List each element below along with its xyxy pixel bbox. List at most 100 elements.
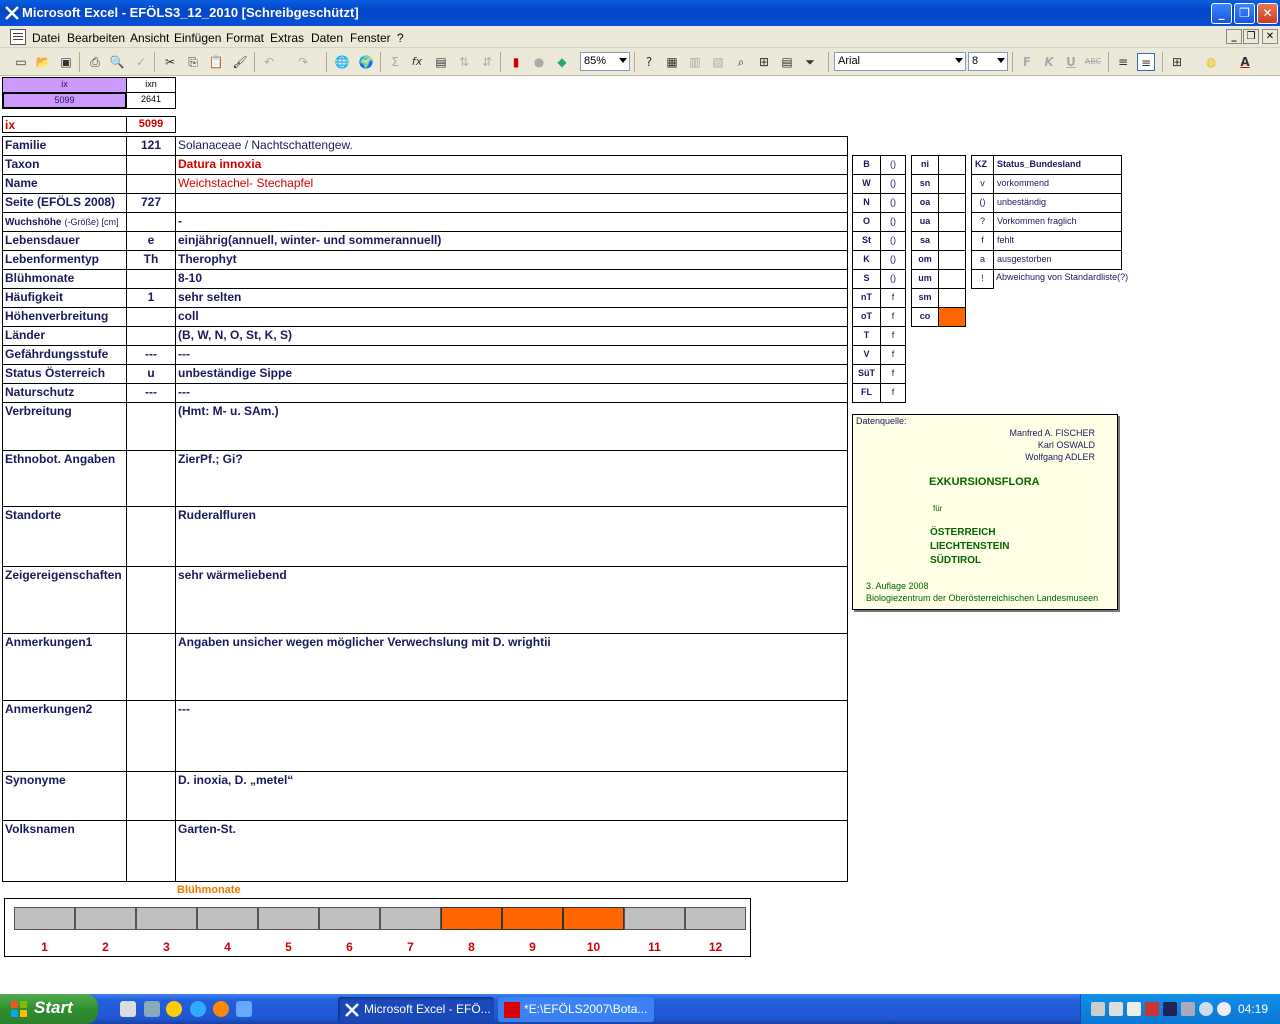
region2-status[interactable] — [938, 269, 966, 289]
region-status[interactable]: f — [880, 364, 906, 384]
region-status[interactable]: f — [880, 288, 906, 308]
region-status[interactable]: () — [880, 174, 906, 194]
field-code[interactable]: 1 — [126, 288, 176, 308]
grid-icon[interactable]: ⊞ — [755, 53, 773, 71]
region2-code[interactable]: om — [911, 250, 939, 270]
field-label[interactable]: Volksnamen — [2, 820, 127, 882]
region2-code[interactable]: co — [911, 307, 939, 327]
paste-icon[interactable]: 📋 — [207, 53, 225, 71]
menu-extras[interactable]: Extras — [270, 31, 304, 45]
field-label[interactable]: Wuchshöhe (-Größe) [cm] — [2, 212, 127, 232]
menu-datei[interactable]: Datei — [32, 31, 60, 45]
align-left-icon[interactable]: ≡ — [1114, 53, 1132, 71]
font-color-icon[interactable]: A — [1236, 53, 1254, 71]
task-excel[interactable]: Microsoft Excel - EFÖ... — [338, 997, 494, 1022]
autosum-icon[interactable]: Σ — [386, 53, 404, 71]
legend-text[interactable]: ausgestorben — [993, 250, 1122, 270]
tray-update-icon[interactable] — [1181, 1002, 1195, 1016]
region-status[interactable]: () — [880, 155, 906, 175]
worksheet[interactable]: ix ixn 5099 2641 ix 5099 Familie 121 Solan… — [0, 76, 1280, 990]
task-editor[interactable]: *E:\EFÖLS2007\Bota... — [498, 997, 654, 1022]
region-status[interactable]: () — [880, 212, 906, 232]
open-icon[interactable]: 📂 — [34, 53, 52, 71]
close-button[interactable]: ✕ — [1257, 3, 1278, 24]
quicklaunch-media-icon[interactable] — [166, 1001, 182, 1017]
help-icon[interactable]: ? — [640, 53, 658, 71]
field-value[interactable]: einjährig(annuell, winter- und sommerann… — [175, 231, 848, 251]
sort-asc-icon[interactable]: ⇅ — [455, 53, 473, 71]
region-code[interactable]: FL — [852, 383, 881, 403]
legend-kz[interactable]: () — [971, 193, 994, 213]
field-code[interactable] — [126, 771, 176, 821]
legend-status-header[interactable]: Status_Bundesland — [993, 155, 1122, 175]
field-label[interactable]: Höhenverbreitung — [2, 307, 127, 327]
region2-status[interactable] — [938, 288, 966, 308]
ix-header[interactable]: ix — [2, 77, 127, 93]
field-value[interactable]: unbeständige Sippe — [175, 364, 848, 384]
region-code[interactable]: O — [852, 212, 881, 232]
region2-code[interactable]: sn — [911, 174, 939, 194]
document-icon[interactable] — [10, 29, 26, 45]
field-value[interactable]: --- — [175, 383, 848, 403]
field-value[interactable]: Datura innoxia — [175, 155, 848, 175]
tray-shield-icon[interactable] — [1163, 1002, 1177, 1016]
web-icon[interactable]: 🌍 — [357, 53, 375, 71]
start-button[interactable]: Start — [0, 994, 98, 1024]
redo-icon[interactable]: ↷ — [294, 53, 312, 71]
field-code[interactable]: u — [126, 364, 176, 384]
region2-code[interactable]: um — [911, 269, 939, 289]
ixn-value-cell[interactable]: 2641 — [126, 92, 176, 109]
region-code[interactable]: SüT — [852, 364, 881, 384]
field-code[interactable]: 727 — [126, 193, 176, 213]
field-label[interactable]: Synonyme — [2, 771, 127, 821]
region2-code[interactable]: sm — [911, 288, 939, 308]
bold-button[interactable]: F — [1018, 53, 1036, 71]
field-value[interactable]: Solanaceae / Nachtschattengew. — [175, 136, 848, 156]
quicklaunch-explorer-icon[interactable] — [144, 1001, 160, 1017]
undo-icon[interactable]: ↶ — [260, 53, 278, 71]
field-label[interactable]: Blühmonate — [2, 269, 127, 289]
region2-code[interactable]: ua — [911, 212, 939, 232]
legend-text[interactable]: unbeständig — [993, 193, 1122, 213]
field-code[interactable] — [126, 155, 176, 175]
field-code[interactable]: e — [126, 231, 176, 251]
underline-button[interactable]: U — [1062, 53, 1080, 71]
legend-kz[interactable]: ! — [971, 269, 994, 289]
field-value[interactable]: Therophyt — [175, 250, 848, 270]
fill-color-icon[interactable]: ◍ — [1202, 53, 1220, 71]
cut-icon[interactable]: ✂ — [161, 53, 179, 71]
filter-icon[interactable]: ⏷ — [801, 53, 819, 71]
field-code[interactable] — [126, 174, 176, 194]
new-icon[interactable]: ▭ — [12, 53, 30, 71]
chart-icon[interactable]: ▮ — [507, 53, 525, 71]
save-icon[interactable]: ▣ — [57, 53, 75, 71]
region2-code[interactable]: oa — [911, 193, 939, 213]
legend-kz-header[interactable]: KZ — [971, 155, 994, 175]
tray-network-icon[interactable] — [1091, 1002, 1105, 1016]
field-value[interactable]: (Hmt: M- u. SAm.) — [175, 402, 848, 451]
field-value[interactable]: Ruderalfluren — [175, 506, 848, 567]
region-code[interactable]: K — [852, 250, 881, 270]
region-status[interactable]: f — [880, 307, 906, 327]
region-code[interactable]: N — [852, 193, 881, 213]
field-label[interactable]: Lebenformentyp — [2, 250, 127, 270]
field-value[interactable]: Weichstachel- Stechapfel — [175, 174, 848, 194]
field-code[interactable] — [126, 820, 176, 882]
field-label[interactable]: Anmerkungen1 — [2, 633, 127, 701]
field-value[interactable]: sehr wärmeliebend — [175, 566, 848, 634]
quicklaunch-outlook-icon[interactable] — [236, 1001, 252, 1017]
field-label[interactable]: Taxon — [2, 155, 127, 175]
field-label[interactable]: Zeigereigenschaften — [2, 566, 127, 634]
menu-einfuegen[interactable]: Einfügen — [174, 31, 221, 45]
field-label[interactable]: Anmerkungen2 — [2, 700, 127, 772]
field-value[interactable]: - — [175, 212, 848, 232]
doc-restore-button[interactable]: ❐ — [1243, 29, 1259, 44]
field-value[interactable]: Angaben unsicher wegen möglicher Verwech… — [175, 633, 848, 701]
field-code[interactable] — [126, 506, 176, 567]
field-code[interactable] — [126, 566, 176, 634]
tray-security-icon[interactable] — [1145, 1002, 1159, 1016]
field-code[interactable] — [126, 633, 176, 701]
legend-text[interactable]: Vorkommen fraglich — [993, 212, 1122, 232]
ix-value-cell[interactable]: 5099 — [2, 92, 127, 109]
field-code[interactable] — [126, 269, 176, 289]
